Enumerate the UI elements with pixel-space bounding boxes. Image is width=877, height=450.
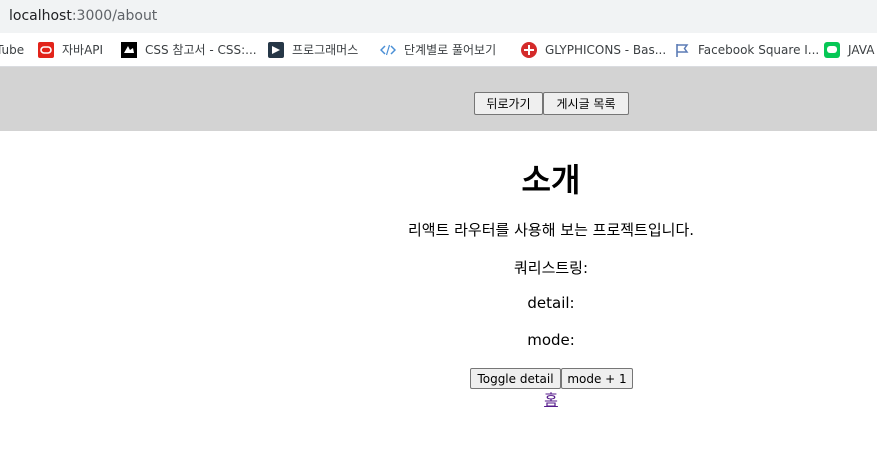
glyphicons-icon [521,41,537,58]
oracle-icon [38,41,54,58]
detail-label: detail: [527,294,575,312]
page-title: 소개 [521,161,581,199]
bookmark-java-api[interactable]: 자바API [38,33,103,66]
back-button[interactable]: 뒤로가기 [474,92,543,115]
flag-icon [674,42,690,58]
home-link-wrapper: 홈 [0,389,877,410]
programmers-icon [268,41,284,58]
query-string-label: 쿼리스트링: [513,259,589,277]
bookmark-java[interactable]: JAVA [824,33,874,66]
url-path: :3000/about [71,8,158,24]
bookmark-label: 자바API [62,43,104,57]
bookmarks-bar: Tube 자바API CSS 참고서 - CSS:... 프로그래머스 단계별로… [0,33,877,67]
bookmark-programmers[interactable]: 프로그래머스 [268,33,358,66]
mode-increment-button[interactable]: mode + 1 [561,368,633,389]
bookmark-step-by-step[interactable]: 단계별로 풀어보기 [380,33,496,66]
bookmark-label: 단계별로 풀어보기 [404,43,497,57]
bookmark-label: Tube [0,42,25,57]
bookmark-glyphicons[interactable]: GLYPHICONS - Bas... [521,33,666,66]
toggle-detail-button[interactable]: Toggle detail [470,368,561,389]
bookmark-facebook-square[interactable]: Facebook Square I... [674,33,819,66]
bookmark-label: CSS 참고서 - CSS:... [145,43,257,57]
bookmark-label: 프로그래머스 [292,43,359,57]
mdn-icon [121,41,137,58]
bookmark-youtube[interactable]: Tube [0,33,24,66]
bookmark-label: Facebook Square I... [698,42,820,57]
bookmark-label: GLYPHICONS - Bas... [545,42,667,57]
mode-label: mode: [527,331,575,349]
bookmark-label: JAVA [848,42,875,57]
about-page: 소개 리액트 라우터를 사용해 보는 프로젝트입니다. 쿼리스트링: detai… [0,131,877,450]
home-link[interactable]: 홈 [544,391,558,409]
code-icon [380,42,396,58]
app-nav-bar: 뒤로가기 게시글 목록 [0,67,877,131]
bookmark-css-reference[interactable]: CSS 참고서 - CSS:... [121,33,257,66]
articles-list-button[interactable]: 게시글 목록 [543,92,629,115]
address-bar[interactable]: localhost:3000/about [0,0,877,33]
url-host: localhost [9,8,72,24]
page-description: 리액트 라우터를 사용해 보는 프로젝트입니다. [407,221,695,239]
line-icon [824,41,840,58]
